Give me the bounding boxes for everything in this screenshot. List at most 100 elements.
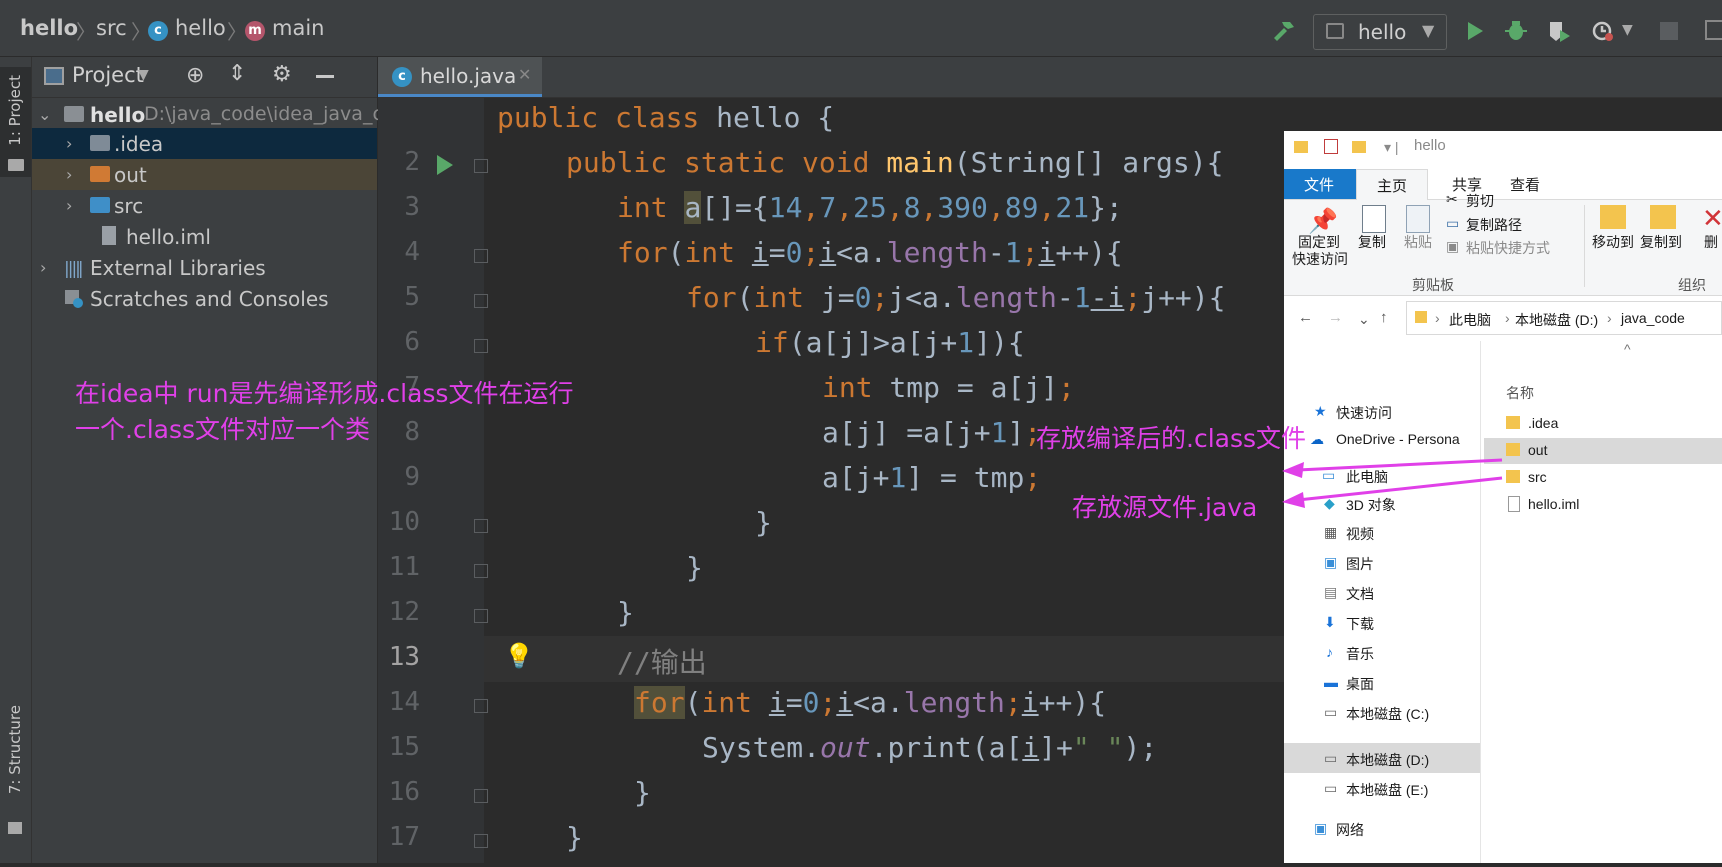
paste-shortcut-icon[interactable]: ▣ — [1446, 238, 1459, 255]
nav-item-desktop[interactable]: 桌面 — [1346, 674, 1374, 694]
breadcrumb-project[interactable]: hello — [20, 16, 78, 40]
structure-tool-tab[interactable]: 7: Structure — [0, 697, 31, 867]
cut-button[interactable]: 剪切 — [1466, 191, 1494, 211]
tree-item-root[interactable]: ⌄ hello D:\java_code\idea_java_code\hell… — [32, 99, 471, 130]
paste-shortcut-button[interactable]: 粘贴快捷方式 — [1466, 238, 1550, 258]
chevron-down-icon[interactable]: ⌄ — [38, 105, 51, 124]
paste-button[interactable]: 粘贴 — [1404, 232, 1432, 252]
address-bar[interactable]: › 此电脑 › 本地磁盘 (D:) › java_code — [1406, 301, 1722, 335]
new-folder-icon[interactable] — [1352, 141, 1366, 153]
breadcrumb-method[interactable]: main — [272, 16, 324, 40]
file-row-out[interactable]: out — [1484, 438, 1722, 464]
nav-item-documents[interactable]: 文档 — [1346, 584, 1374, 604]
run-icon[interactable] — [1462, 18, 1488, 44]
copy-path-icon[interactable]: ▭ — [1446, 215, 1459, 232]
run-configuration-select[interactable]: hello ▼ — [1313, 14, 1447, 50]
nav-item-network[interactable]: 网络 — [1336, 820, 1364, 840]
nav-item-downloads[interactable]: 下载 — [1346, 614, 1374, 634]
profiler-icon[interactable] — [1590, 18, 1616, 44]
fold-marker[interactable] — [474, 564, 488, 578]
address-segment[interactable]: java_code — [1621, 310, 1685, 326]
breadcrumb-class[interactable]: hello — [175, 16, 226, 40]
chevron-right-icon[interactable]: › — [40, 258, 46, 277]
nav-item-drive-c[interactable]: 本地磁盘 (C:) — [1346, 704, 1429, 724]
loop-var: i — [836, 686, 854, 719]
move-to-icon[interactable] — [1600, 205, 1626, 229]
chevron-right-icon[interactable]: › — [66, 134, 72, 153]
tree-item-out[interactable]: › out — [32, 159, 377, 190]
address-segment[interactable]: 此电脑 — [1449, 310, 1491, 330]
tree-item-idea[interactable]: › .idea — [32, 128, 377, 159]
nav-item-video[interactable]: 视频 — [1346, 524, 1374, 544]
tree-item-hello-iml[interactable]: hello.iml — [32, 221, 377, 252]
ribbon-tab-home[interactable]: 主页 — [1356, 169, 1428, 200]
chevron-down-icon[interactable]: ▼ — [138, 67, 149, 83]
up-icon[interactable]: ↑ — [1380, 309, 1388, 326]
ribbon-tab-view[interactable]: 查看 — [1510, 174, 1540, 195]
copy-path-button[interactable]: 复制路径 — [1466, 215, 1522, 235]
fold-marker[interactable] — [474, 294, 488, 308]
fold-marker[interactable] — [474, 249, 488, 263]
tree-item-external-libraries[interactable]: › |||‖ External Libraries — [32, 252, 377, 283]
fold-marker[interactable] — [474, 339, 488, 353]
search-everywhere-icon[interactable] — [1705, 20, 1722, 40]
fold-marker[interactable] — [474, 159, 488, 173]
fold-marker[interactable] — [474, 699, 488, 713]
forward-icon[interactable]: → — [1328, 309, 1343, 326]
chevron-down-icon[interactable]: ▼ — [1622, 22, 1633, 38]
nav-item-pictures[interactable]: 图片 — [1346, 554, 1374, 574]
chevron-right-icon[interactable]: › — [66, 165, 72, 184]
breadcrumb-src[interactable]: src — [96, 16, 127, 40]
chevron-right-icon[interactable]: › — [66, 196, 72, 215]
close-icon[interactable]: ✕ — [518, 65, 531, 84]
breadcrumb-separator: 〉 — [76, 20, 96, 44]
address-segment[interactable]: 本地磁盘 (D:) — [1515, 310, 1598, 330]
comma: , — [802, 191, 820, 224]
file-row-src[interactable]: src — [1484, 465, 1722, 491]
move-to-button[interactable]: 移动到 — [1592, 232, 1634, 252]
chevron-down-icon[interactable]: ⌄ — [1358, 311, 1370, 328]
run-gutter-icon[interactable] — [434, 152, 456, 178]
project-tool-tab[interactable]: 1: Project — [0, 67, 31, 177]
tab-hello-java[interactable]: c hello.java ✕ — [378, 57, 542, 97]
fold-marker[interactable] — [474, 789, 488, 803]
file-row-idea[interactable]: .idea — [1484, 411, 1722, 437]
tree-item-label: .idea — [114, 132, 164, 156]
delete-button[interactable]: 删 — [1704, 232, 1718, 252]
collapse-all-icon[interactable]: ⇕ — [228, 61, 246, 86]
stop-icon[interactable] — [1660, 22, 1678, 40]
cut-icon[interactable]: ✂ — [1446, 191, 1458, 208]
tree-item-scratches[interactable]: Scratches and Consoles — [32, 283, 377, 314]
pin-label-2[interactable]: 快速访问 — [1292, 249, 1348, 269]
fold-marker[interactable] — [474, 834, 488, 848]
comma: , — [920, 191, 938, 224]
fold-marker[interactable] — [474, 609, 488, 623]
nav-item-drive-d-selected[interactable]: ▭ 本地磁盘 (D:) — [1284, 743, 1480, 773]
code-text: []={ — [701, 191, 769, 224]
gear-icon[interactable]: ⚙ — [272, 62, 292, 87]
locate-icon[interactable]: ⊕ — [186, 63, 204, 88]
nav-item-quick-access[interactable]: 快速访问 — [1336, 403, 1392, 423]
fold-marker[interactable] — [474, 519, 488, 533]
copy-to-button[interactable]: 复制到 — [1640, 232, 1682, 252]
tree-item-src[interactable]: › src — [32, 190, 377, 221]
back-icon[interactable]: ← — [1298, 309, 1313, 326]
coverage-icon[interactable] — [1546, 18, 1572, 44]
build-hammer-icon[interactable] — [1270, 18, 1296, 44]
nav-item-drive-e[interactable]: 本地磁盘 (E:) — [1346, 780, 1428, 800]
column-header-name[interactable]: 名称 — [1506, 383, 1534, 403]
debug-icon[interactable] — [1503, 18, 1529, 44]
delete-icon[interactable]: ✕ — [1702, 203, 1722, 234]
nav-item-music[interactable]: 音乐 — [1346, 644, 1374, 664]
lightbulb-icon[interactable]: 💡 — [504, 642, 534, 670]
properties-icon[interactable] — [1324, 139, 1338, 154]
file-row-hello-iml[interactable]: hello.iml — [1484, 492, 1722, 518]
paste-icon[interactable] — [1406, 205, 1430, 233]
project-view-label[interactable]: Project — [72, 63, 144, 87]
copy-to-icon[interactable] — [1650, 205, 1676, 229]
ribbon-tab-file[interactable]: 文件 — [1284, 169, 1356, 199]
copy-icon[interactable] — [1362, 205, 1386, 233]
hide-panel-icon[interactable] — [316, 75, 334, 78]
copy-button[interactable]: 复制 — [1358, 232, 1386, 252]
desktop-icon: ▬ — [1324, 674, 1338, 690]
